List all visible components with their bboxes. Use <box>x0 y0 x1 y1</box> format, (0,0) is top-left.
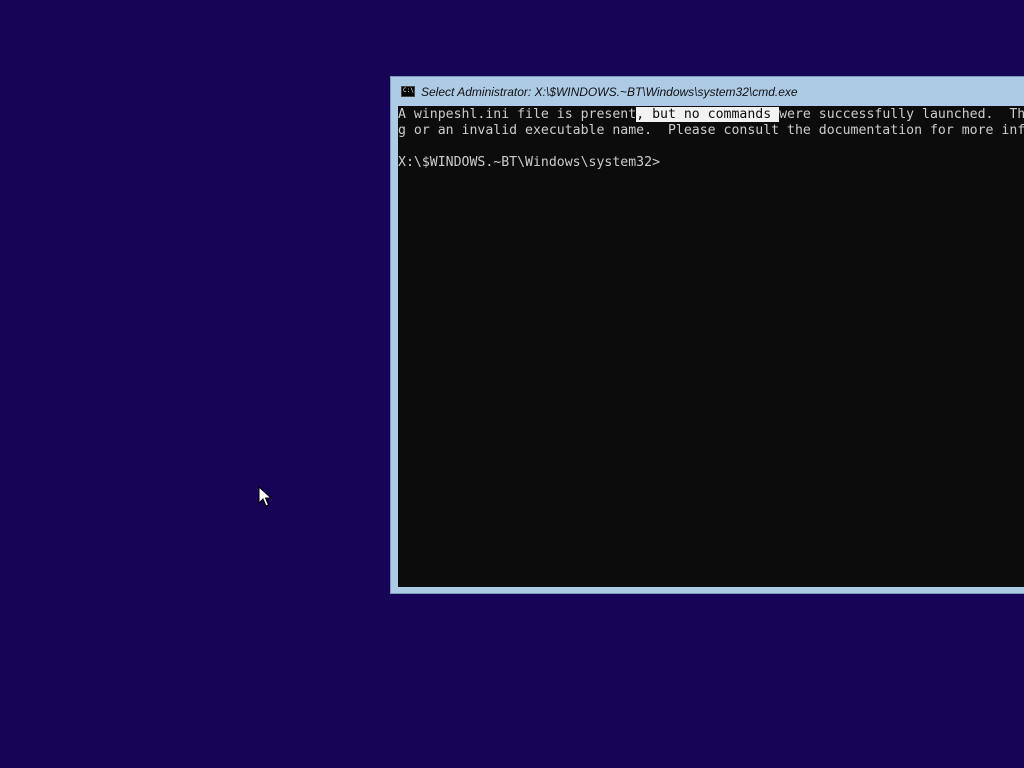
console-line-1[interactable]: A winpeshl.ini file is present, but no c… <box>398 107 1024 123</box>
command-prompt[interactable]: X:\$WINDOWS.~BT\Windows\system32> <box>398 155 1024 171</box>
console-icon <box>401 86 415 97</box>
mouse-pointer-icon <box>258 486 272 507</box>
console-output[interactable]: A winpeshl.ini file is present, but no c… <box>398 106 1024 587</box>
title-bar[interactable]: Select Administrator: X:\$WINDOWS.~BT\Wi… <box>391 77 1024 106</box>
cmd-window[interactable]: Select Administrator: X:\$WINDOWS.~BT\Wi… <box>390 76 1024 594</box>
desktop: Select Administrator: X:\$WINDOWS.~BT\Wi… <box>0 0 1024 768</box>
window-title: Select Administrator: X:\$WINDOWS.~BT\Wi… <box>421 84 798 99</box>
console-line-3 <box>398 139 1024 155</box>
console-line-2: g or an invalid executable name. Please … <box>398 123 1024 138</box>
console-line-1-end: were successfully launched. Th <box>779 107 1024 122</box>
console-line-1-start: A winpeshl.ini file is present <box>398 107 637 122</box>
selected-text[interactable]: , but no commands <box>636 107 780 122</box>
